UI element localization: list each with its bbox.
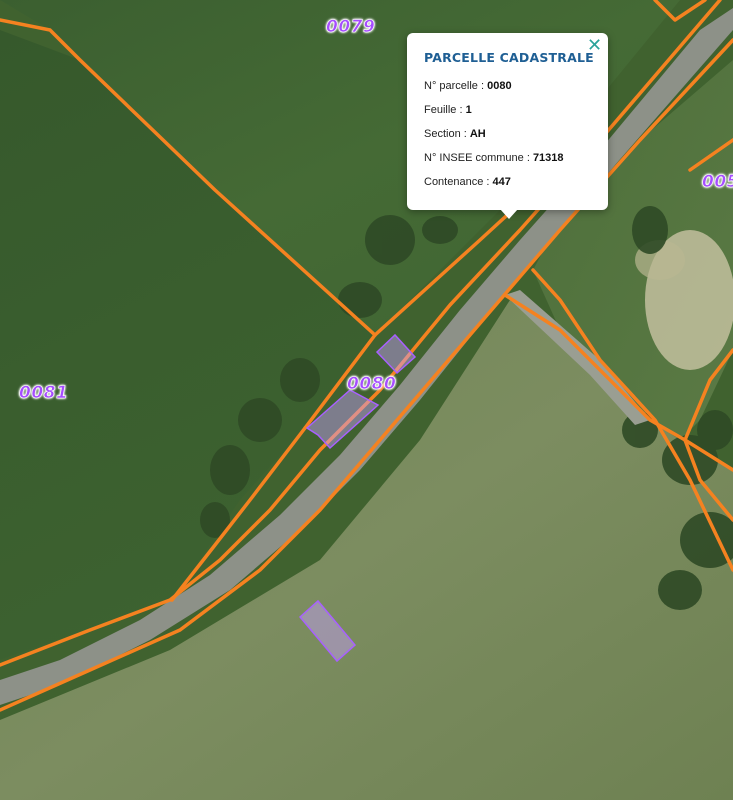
field-feuille-value: 1	[465, 104, 472, 116]
field-section-value: AH	[469, 128, 486, 140]
parcel-label-0079[interactable]: 0079	[326, 17, 375, 38]
field-feuille: Feuille : 1	[424, 104, 598, 116]
satellite-map[interactable]	[0, 0, 733, 800]
parcel-info-popup: ✕ PARCELLE CADASTRALE N° parcelle : 0080…	[407, 33, 608, 219]
field-insee: N° INSEE commune : 71318	[424, 152, 598, 164]
field-parcelle-label: N° parcelle :	[424, 80, 488, 92]
popup-title: PARCELLE CADASTRALE	[424, 50, 594, 65]
parcel-label-005[interactable]: 005	[702, 172, 733, 193]
parcel-label-0081[interactable]: 0081	[19, 383, 68, 404]
field-contenance-label: Contenance :	[424, 176, 493, 188]
field-section-label: Section :	[424, 128, 470, 140]
popup-tail	[500, 209, 518, 219]
field-insee-value: 71318	[532, 152, 564, 164]
field-parcelle-value: 0080	[487, 80, 512, 92]
close-icon[interactable]: ✕	[587, 36, 602, 54]
field-contenance: Contenance : 447	[424, 176, 598, 188]
parcel-label-0080[interactable]: 0080	[347, 374, 396, 395]
field-contenance-value: 447	[492, 176, 511, 188]
field-feuille-label: Feuille :	[424, 104, 466, 116]
field-insee-label: N° INSEE commune :	[424, 152, 533, 164]
field-section: Section : AH	[424, 128, 598, 140]
field-parcelle: N° parcelle : 0080	[424, 80, 598, 92]
